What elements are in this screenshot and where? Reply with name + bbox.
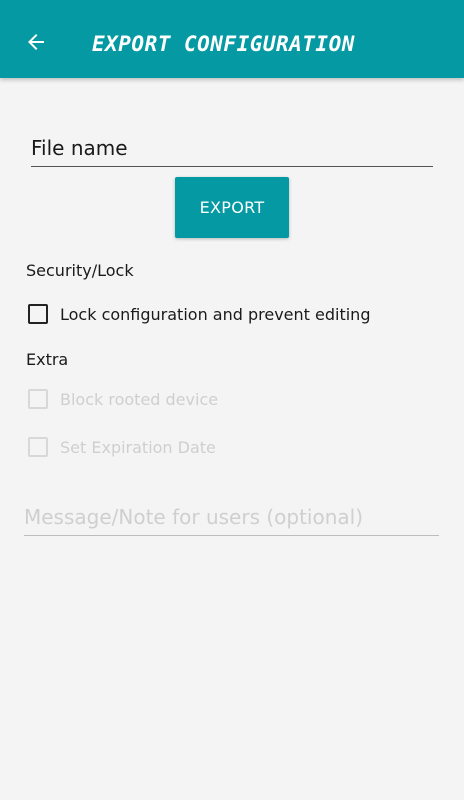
lock-configuration-row[interactable]: Lock configuration and prevent editing — [28, 301, 370, 327]
lock-configuration-checkbox[interactable] — [28, 304, 48, 324]
block-rooted-checkbox — [28, 389, 48, 409]
lock-configuration-label: Lock configuration and prevent editing — [60, 304, 371, 324]
arrow-left-icon — [28, 34, 44, 50]
security-section-title: Security/Lock — [26, 261, 134, 280]
export-button[interactable]: EXPORT — [175, 177, 289, 238]
expiration-date-checkbox — [28, 437, 48, 457]
expiration-date-row: Set Expiration Date — [28, 434, 216, 460]
file-name-input[interactable] — [31, 130, 433, 167]
extra-section-title: Extra — [26, 350, 69, 369]
message-note-input[interactable] — [24, 498, 439, 536]
app-bar: EXPORT CONFIGURATION — [0, 0, 464, 78]
page-title: EXPORT CONFIGURATION — [92, 32, 355, 56]
back-button[interactable] — [14, 22, 58, 62]
block-rooted-row: Block rooted device — [28, 386, 218, 412]
expiration-date-label: Set Expiration Date — [60, 437, 216, 457]
block-rooted-label: Block rooted device — [60, 389, 219, 409]
